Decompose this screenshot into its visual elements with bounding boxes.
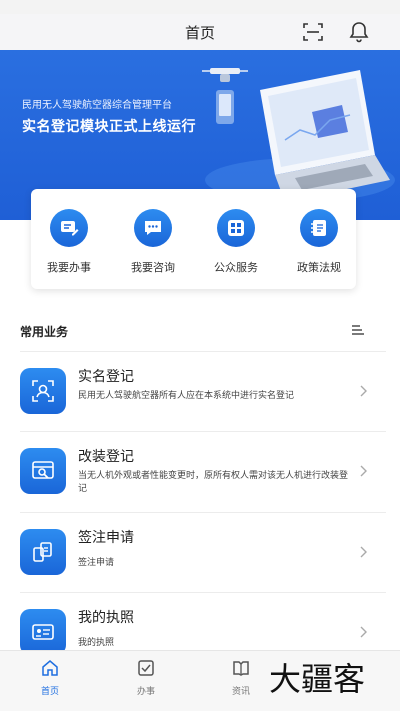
modify-screen-icon [20, 448, 66, 494]
service-description: 签注申请 [78, 558, 115, 568]
service-title: 实名登记 [78, 369, 134, 385]
checklist-icon [138, 660, 154, 676]
top-bar: 首页 [0, 14, 400, 50]
quick-action-label: 公众服务 [214, 261, 258, 274]
service-title: 签注申请 [78, 530, 134, 546]
chevron-right-icon [360, 465, 367, 477]
quick-action-public-service[interactable]: 公众服务 [206, 209, 266, 275]
chevron-right-icon [360, 626, 367, 638]
tab-label: 资讯 [231, 687, 250, 697]
quick-action-label: 我要办事 [47, 261, 91, 274]
service-description: 当无人机外观或者性能变更时，原所有权人需对该无人机进行改装登记 [78, 471, 349, 494]
page-title: 首页 [184, 24, 215, 42]
edit-document-icon [50, 209, 88, 247]
service-description: 我的执照 [78, 638, 115, 648]
scan-icon[interactable] [303, 22, 323, 42]
chevron-right-icon [360, 385, 367, 397]
quick-action-label: 政策法规 [297, 261, 341, 274]
quick-action-consult[interactable]: 我要咨询 [123, 209, 183, 275]
svg-text:大疆客: 大疆客 [269, 660, 365, 698]
document-stamp-icon [20, 529, 66, 575]
license-card-icon [20, 609, 66, 655]
grid-apps-icon [217, 209, 255, 247]
user-scan-icon [20, 368, 66, 414]
tab-home[interactable]: 首页 [20, 659, 80, 697]
banner-headline: 实名登记模块正式上线运行 [22, 119, 196, 135]
home-icon [42, 660, 58, 676]
chat-bubble-icon [134, 209, 172, 247]
tab-label: 首页 [40, 687, 59, 697]
service-title: 改装登记 [78, 449, 134, 465]
section-title: 常用业务 [20, 325, 69, 339]
banner-subtitle: 民用无人驾驶航空器综合管理平台 [22, 100, 172, 111]
bell-icon[interactable] [349, 21, 369, 43]
quick-actions-card: 我要办事 我要咨询 公众服务 政策法规 [31, 189, 356, 289]
status-bar [0, 0, 400, 14]
notebook-icon [300, 209, 338, 247]
chevron-right-icon [360, 546, 367, 558]
quick-action-handle-affairs[interactable]: 我要办事 [39, 209, 99, 275]
service-item-endorsement[interactable]: 签注申请 签注申请 [20, 512, 386, 592]
service-description: 民用无人驾驶航空器所有人应在本系统中进行实名登记 [78, 391, 295, 401]
service-item-modification[interactable]: 改装登记 当无人机外观或者性能变更时，原所有权人需对该无人机进行改装登记 [20, 431, 386, 511]
watermark-logo: 大疆客 [269, 660, 365, 698]
tab-news[interactable]: 资讯 [211, 659, 271, 697]
quick-action-label: 我要咨询 [131, 261, 175, 274]
tab-affairs[interactable]: 办事 [116, 659, 176, 697]
service-title: 我的执照 [78, 610, 134, 626]
service-item-real-name[interactable]: 实名登记 民用无人驾驶航空器所有人应在本系统中进行实名登记 [20, 351, 386, 431]
list-menu-icon[interactable] [352, 325, 364, 335]
book-icon [233, 661, 249, 676]
tab-label: 办事 [136, 687, 155, 697]
quick-action-policy[interactable]: 政策法规 [289, 209, 349, 275]
